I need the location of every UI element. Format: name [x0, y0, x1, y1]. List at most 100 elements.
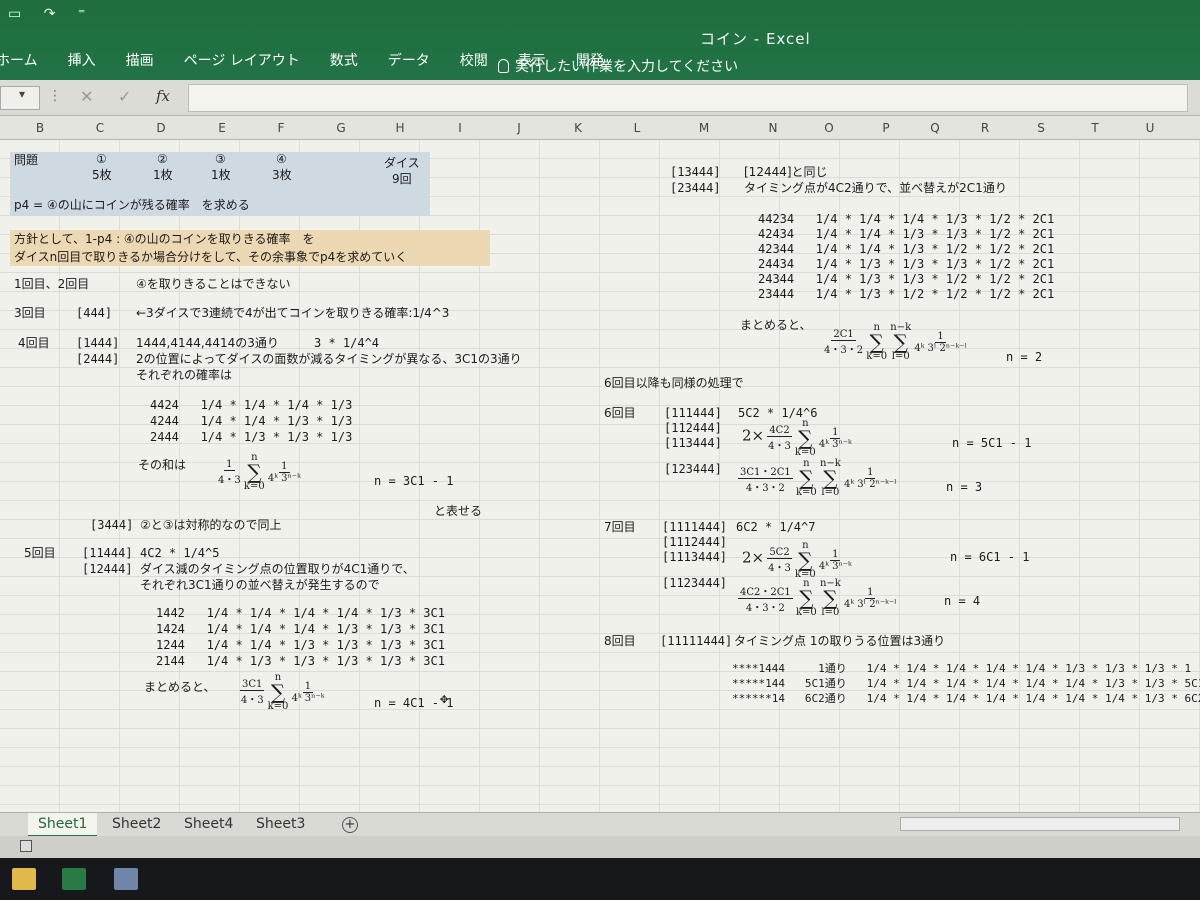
col-header-g[interactable]: G	[331, 121, 351, 135]
cell-p2144[interactable]: 2144 1/4 * 1/3 * 1/3 * 1/3 * 1/3 * 3C1	[156, 654, 445, 668]
cell-r5b2[interactable]: ダイス減のタイミング点の位置取りが4C1通りで、	[140, 562, 415, 576]
cell-q42344[interactable]: 42344 1/4 * 1/4 * 1/3 * 1/2 * 1/2 * 2C1	[758, 242, 1054, 256]
cell-p1424[interactable]: 1424 1/4 * 1/4 * 1/4 * 1/3 * 1/3 * 3C1	[156, 622, 445, 636]
cell-r7c1[interactable]: [1111444]	[662, 520, 727, 534]
insert-function-icon[interactable]: fx	[156, 87, 170, 105]
save-icon[interactable]: ▭	[8, 6, 21, 22]
cell-c1n[interactable]: 5枚	[92, 168, 112, 182]
add-sheet-icon[interactable]: +	[342, 817, 358, 833]
cell-n5[interactable]: n = 5C1 - 1	[952, 436, 1031, 450]
sheet-tab-sheet1[interactable]: Sheet1	[28, 813, 98, 837]
worksheet-grid[interactable]: 問題 ① 5枚 ② 1枚 ③ 1枚 ④ 3枚 ダイス 9回 p4 = ④の山にコ…	[0, 140, 1200, 812]
cell-c3n[interactable]: 1枚	[211, 168, 231, 182]
cell-r3b[interactable]: ←3ダイスで3連続で4が出てコインを取りきる確率:1/4^3	[136, 306, 449, 320]
cell-c4n[interactable]: 3枚	[272, 168, 292, 182]
col-header-q[interactable]: Q	[925, 121, 945, 135]
cell-m23444[interactable]: [23444]	[670, 181, 721, 195]
cell-p4244[interactable]: 4244 1/4 * 1/4 * 1/3 * 1/3	[150, 414, 352, 428]
customize-qat-icon[interactable]: ⁼	[78, 6, 85, 22]
cell-n3b[interactable]: n = 3	[946, 480, 982, 494]
col-header-c[interactable]: C	[90, 121, 110, 135]
cell-r4c2[interactable]: [2444]	[76, 352, 119, 366]
cell-p1442[interactable]: 1442 1/4 * 1/4 * 1/4 * 1/4 * 1/3 * 3C1	[156, 606, 445, 620]
cell-r4[interactable]: 4回目	[18, 336, 50, 350]
cell-p4[interactable]: p4 = ④の山にコインが残る確率 を求める	[14, 198, 250, 212]
cell-r8c1[interactable]: [11111444]	[660, 634, 732, 648]
cell-policy1[interactable]: 方針として、1-p4 : ④の山のコインを取りきる確率 を	[14, 232, 314, 246]
notepad-icon[interactable]	[114, 868, 138, 890]
cell-p2444[interactable]: 2444 1/4 * 1/3 * 1/3 * 1/3	[150, 430, 352, 444]
cell-s1[interactable]: ****1444 1通り 1/4 * 1/4 * 1/4 * 1/4 * 1/4…	[732, 662, 1191, 676]
cell-r12b[interactable]: ④を取りきることはできない	[136, 277, 291, 291]
sheet-tab-sheet3[interactable]: Sheet3	[256, 816, 305, 832]
col-header-b[interactable]: B	[30, 121, 50, 135]
cell-r3c[interactable]: [444]	[76, 306, 112, 320]
cell-n6[interactable]: n = 6C1 - 1	[950, 550, 1029, 564]
redo-icon[interactable]: ↷	[44, 6, 56, 22]
cell-c4[interactable]: ④	[276, 152, 287, 166]
cell-r3444b[interactable]: ②と③は対称的なので同上	[140, 518, 282, 532]
cell-r6c2[interactable]: [112444]	[664, 421, 722, 435]
col-header-s[interactable]: S	[1031, 121, 1051, 135]
cell-r5b1[interactable]: 4C2 * 1/4^5	[140, 546, 219, 560]
cell-r8[interactable]: 8回目	[604, 634, 636, 648]
col-header-u[interactable]: U	[1140, 121, 1160, 135]
cell-c2n[interactable]: 1枚	[153, 168, 173, 182]
cell-r3444[interactable]: [3444]	[90, 518, 133, 532]
tab-formulas[interactable]: 数式	[330, 44, 358, 76]
tab-draw[interactable]: 描画	[126, 44, 154, 76]
tell-me-box[interactable]: 実行したい作業を入力してください	[498, 56, 738, 76]
cell-sum-label[interactable]: その和は	[138, 458, 186, 472]
cell-c3[interactable]: ③	[215, 152, 226, 166]
cell-s2[interactable]: *****144 5C1通り 1/4 * 1/4 * 1/4 * 1/4 * 1…	[732, 677, 1200, 691]
cell-q44234[interactable]: 44234 1/4 * 1/4 * 1/4 * 1/3 * 1/2 * 2C1	[758, 212, 1054, 226]
cell-m13444b[interactable]: [12444]と同じ	[744, 165, 828, 179]
cell-matome2[interactable]: まとめると、	[740, 318, 812, 332]
cell-q24434[interactable]: 24434 1/4 * 1/3 * 1/3 * 1/3 * 1/2 * 2C1	[758, 257, 1054, 271]
cell-r4b2[interactable]: 2の位置によってダイスの面数が減るタイミングが異なる、3C1の3通り	[136, 352, 522, 366]
col-header-l[interactable]: L	[627, 121, 647, 135]
col-header-d[interactable]: D	[151, 121, 171, 135]
col-header-f[interactable]: F	[271, 121, 291, 135]
cell-r7c3[interactable]: [1113444]	[662, 550, 727, 564]
sheet-tab-sheet4[interactable]: Sheet4	[184, 816, 233, 832]
cell-r5c1[interactable]: [11444]	[82, 546, 133, 560]
col-header-p[interactable]: P	[876, 121, 896, 135]
cell-r7b1[interactable]: 6C2 * 1/4^7	[736, 520, 815, 534]
name-box[interactable]: ▾	[0, 86, 40, 110]
col-header-h[interactable]: H	[390, 121, 410, 135]
cell-r8b1[interactable]: タイミング点 1の取りうる位置は3通り	[734, 634, 945, 648]
cell-p1244[interactable]: 1244 1/4 * 1/4 * 1/3 * 1/3 * 1/3 * 3C1	[156, 638, 445, 652]
cell-q42434[interactable]: 42434 1/4 * 1/4 * 1/3 * 1/3 * 1/2 * 2C1	[758, 227, 1054, 241]
cell-matome[interactable]: まとめると、	[144, 680, 216, 694]
col-header-o[interactable]: O	[819, 121, 839, 135]
formula-input[interactable]	[188, 84, 1188, 112]
excel-icon[interactable]	[62, 868, 86, 890]
cell-s3[interactable]: ******14 6C2通り 1/4 * 1/4 * 1/4 * 1/4 * 1…	[732, 692, 1200, 706]
tab-home[interactable]: ホーム	[0, 44, 38, 76]
horizontal-scrollbar[interactable]	[900, 817, 1180, 831]
tab-data[interactable]: データ	[388, 44, 430, 76]
cell-n2[interactable]: n = 2	[1006, 350, 1042, 364]
tab-insert[interactable]: 挿入	[68, 44, 96, 76]
cell-r12[interactable]: 1回目、2回目	[14, 277, 89, 291]
cell-r6c1[interactable]: [111444]	[664, 406, 722, 420]
sheet-tab-sheet2[interactable]: Sheet2	[112, 816, 161, 832]
cell-policy2[interactable]: ダイスn回目で取りきるか場合分けをして、その余事象でp4を求めていく	[14, 250, 407, 264]
col-header-n[interactable]: N	[763, 121, 783, 135]
tab-page-layout[interactable]: ページ レイアウト	[184, 44, 300, 76]
cell-m13444[interactable]: [13444]	[670, 165, 721, 179]
cell-problem[interactable]: 問題	[14, 153, 38, 167]
cell-q23444[interactable]: 23444 1/4 * 1/3 * 1/2 * 1/2 * 1/2 * 2C1	[758, 287, 1054, 301]
col-header-e[interactable]: E	[212, 121, 232, 135]
cell-n4b[interactable]: n = 4	[944, 594, 980, 608]
cancel-icon[interactable]: ✕	[80, 87, 93, 106]
cell-dice[interactable]: ダイス	[384, 156, 420, 170]
cell-q24344[interactable]: 24344 1/4 * 1/3 * 1/3 * 1/2 * 1/2 * 2C1	[758, 272, 1054, 286]
file-explorer-icon[interactable]	[12, 868, 36, 890]
col-header-r[interactable]: R	[975, 121, 995, 135]
cell-hyoseru[interactable]: と表せる	[434, 504, 482, 518]
cell-r5b3[interactable]: それぞれ3C1通りの並べ替えが発生するので	[140, 578, 380, 592]
cell-r7c2[interactable]: [1112444]	[662, 535, 727, 549]
col-header-k[interactable]: K	[568, 121, 588, 135]
